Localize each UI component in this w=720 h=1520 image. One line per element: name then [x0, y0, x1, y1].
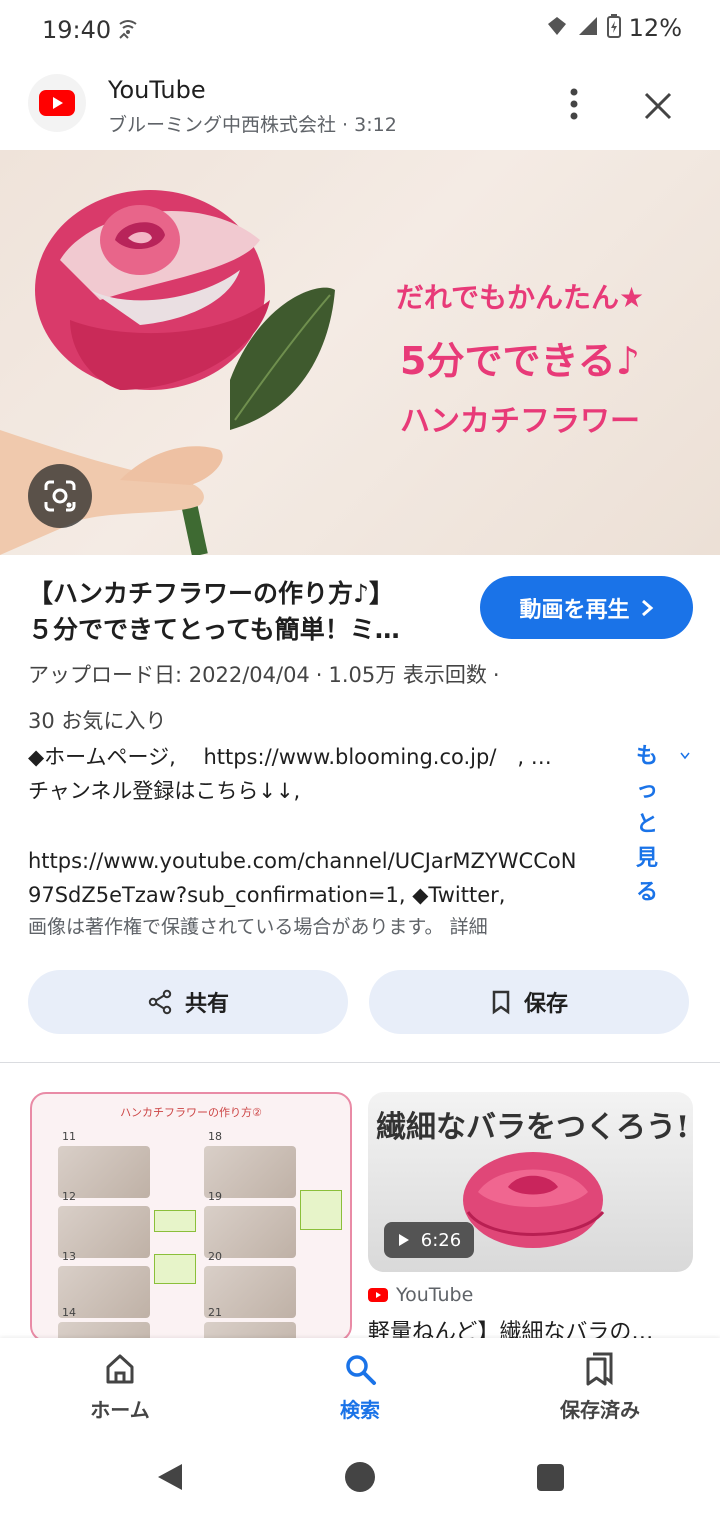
- more-options-icon[interactable]: [560, 86, 588, 122]
- video-description: ◆ホームページ, https://www.blooming.co.jp/ , ……: [28, 740, 618, 912]
- source-subtitle: ブルーミング中西株式会社 · 3:12: [108, 114, 397, 136]
- upload-date: アップロード日: 2022/04/04: [28, 663, 310, 687]
- close-icon[interactable]: [640, 88, 676, 124]
- like-count: 30 お気に入り: [28, 709, 167, 733]
- play-video-label: 動画を再生: [519, 597, 630, 623]
- source-name: YouTube: [108, 76, 206, 104]
- description-line: https://www.youtube.com/channel/UCJarMZY…: [28, 849, 577, 873]
- battery-icon: [606, 14, 621, 42]
- nav-home-label: ホーム: [90, 1398, 150, 1422]
- chevron-down-icon[interactable]: [680, 748, 690, 764]
- step-number: 11: [62, 1130, 76, 1143]
- duration-label: 6:26: [420, 1229, 462, 1251]
- related-source-name: YouTube: [396, 1284, 474, 1306]
- section-divider: [0, 1062, 720, 1063]
- lens-icon: [44, 480, 76, 512]
- youtube-logo-icon: [28, 74, 86, 132]
- play-icon: [398, 1234, 409, 1246]
- view-count: 1.05万 表示回数: [328, 663, 487, 687]
- step-number: 18: [208, 1130, 222, 1143]
- save-label: 保存: [523, 992, 568, 1017]
- description-line: ◆ホームページ, https://www.blooming.co.jp/ , …: [28, 745, 552, 769]
- note-box: [154, 1254, 196, 1284]
- lens-search-button[interactable]: [28, 464, 92, 528]
- video-metadata: アップロード日: 2022/04/04 · 1.05万 表示回数 · 30 お気に入り: [28, 663, 500, 733]
- play-video-button[interactable]: 動画を再生: [480, 576, 693, 639]
- related-card-caption: ハンカチフラワーの作り方②: [120, 1106, 262, 1119]
- step-number: 19: [208, 1190, 222, 1203]
- note-box: [154, 1210, 196, 1232]
- step-number: 21: [208, 1306, 222, 1319]
- video-title-line-2[interactable]: ５分でできてとっても簡単！ミ…: [28, 612, 458, 648]
- video-title-line-1[interactable]: 【ハンカチフラワーの作り方♪】: [28, 576, 458, 612]
- nav-saved-label: 保存済み: [560, 1398, 640, 1422]
- share-button[interactable]: 共有: [28, 970, 348, 1034]
- video-thumbnail[interactable]: だれでもかんたん★ 5分でできる♪ ハンカチフラワー: [0, 150, 720, 555]
- save-button[interactable]: 保存: [369, 970, 689, 1034]
- hero-caption-1: だれでもかんたん★: [395, 281, 645, 314]
- nav-saved[interactable]: 保存済み: [520, 1352, 680, 1423]
- system-navigation: [0, 1438, 720, 1520]
- status-time: 19:40: [42, 16, 112, 44]
- hero-caption-3: ハンカチフラワー: [400, 404, 640, 439]
- battery-percent: 12%: [628, 14, 682, 42]
- bookmark-icon: [492, 990, 510, 1015]
- phone-wifi-icon: [116, 18, 140, 47]
- collections-icon: [586, 1352, 613, 1386]
- video-title-area: 【ハンカチフラワーの作り方♪】 ５分でできてとっても簡単！ミ…: [28, 576, 458, 648]
- bottom-navigation: ホーム 検索 保存済み: [0, 1338, 720, 1438]
- youtube-icon: [368, 1288, 388, 1302]
- related-result-card[interactable]: ハンカチフラワーの作り方② 11 12 13 14 18 19 20 21: [30, 1092, 352, 1342]
- copyright-notice[interactable]: 画像は著作権で保護されている場合があります。 詳細: [28, 912, 488, 939]
- back-icon[interactable]: [156, 1462, 184, 1496]
- step-number: 12: [62, 1190, 76, 1203]
- duration-badge: 6:26: [384, 1222, 474, 1258]
- step-number: 13: [62, 1250, 76, 1263]
- recent-apps-icon[interactable]: [537, 1464, 564, 1491]
- step-number: 20: [208, 1250, 222, 1263]
- related-source: YouTube: [368, 1284, 473, 1306]
- status-icons: 12%: [545, 14, 682, 42]
- search-icon: [346, 1355, 376, 1385]
- description-line: チャンネル登録はこちら↓↓,: [28, 779, 301, 803]
- show-more-link[interactable]: もっと見る: [632, 740, 662, 910]
- signal-icon: [577, 15, 599, 41]
- status-bar: 19:40 12%: [0, 0, 720, 60]
- result-header: YouTube ブルーミング中西株式会社 · 3:12: [0, 70, 720, 140]
- note-box: [300, 1190, 342, 1230]
- description-line: 97SdZ5eTzaw?sub_confirmation=1, ◆Twitter…: [28, 883, 506, 907]
- home-icon: [106, 1354, 134, 1384]
- nav-home[interactable]: ホーム: [40, 1352, 200, 1423]
- share-icon: [148, 989, 172, 1015]
- step-number: 14: [62, 1306, 76, 1319]
- related-video-thumbnail[interactable]: 繊細なバラをつくろう! 6:26: [368, 1092, 693, 1272]
- share-label: 共有: [184, 992, 229, 1017]
- hero-caption-2: 5分でできる♪: [400, 339, 640, 383]
- data-saver-icon: [545, 14, 569, 42]
- nav-search-label: 検索: [340, 1398, 380, 1422]
- nav-search[interactable]: 検索: [280, 1352, 440, 1423]
- home-circle-icon[interactable]: [345, 1462, 375, 1492]
- chevron-right-icon: [641, 599, 653, 616]
